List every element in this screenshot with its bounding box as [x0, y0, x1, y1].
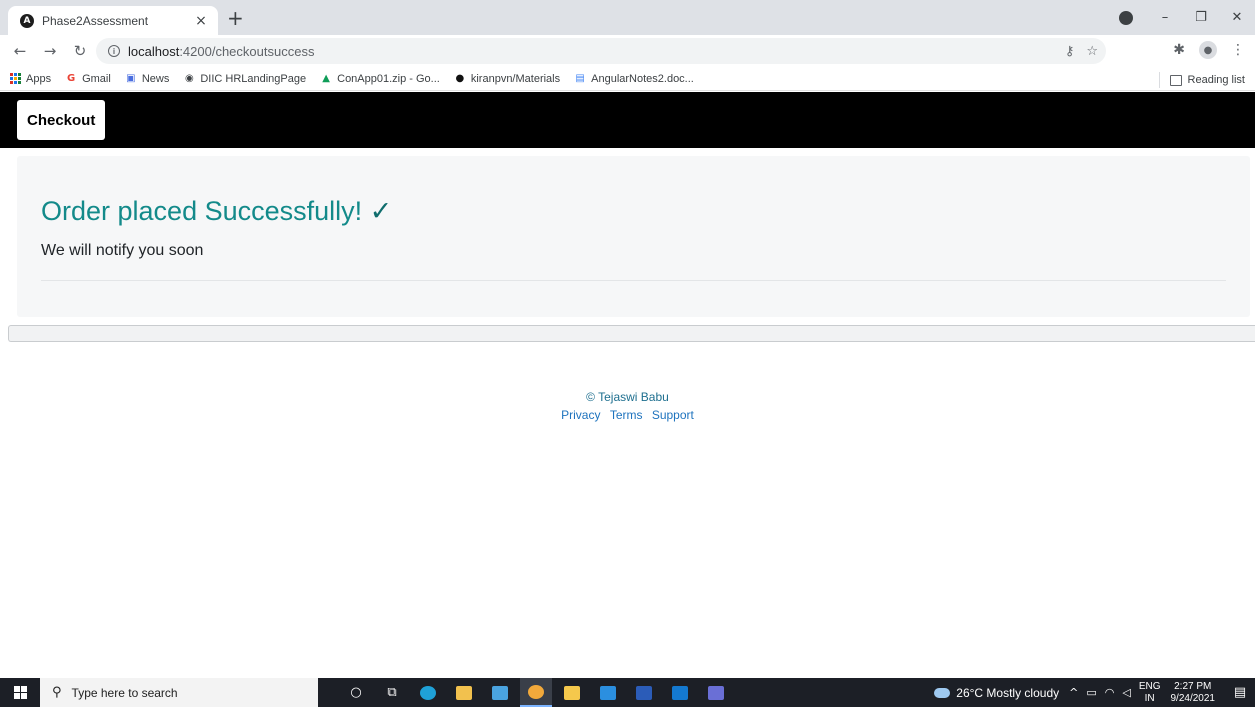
apps-grid-icon [10, 73, 21, 84]
outlook-icon[interactable] [664, 678, 696, 707]
mail-icon[interactable] [484, 678, 516, 707]
bookmark-news[interactable]: ▣ News [125, 73, 169, 85]
drive-icon: ▲ [322, 73, 330, 84]
search-icon: ⚲ [52, 685, 62, 700]
bookmark-angularnotes[interactable]: ▤ AngularNotes2.doc... [574, 73, 693, 85]
clock[interactable]: 2:27 PM 9/24/2021 [1171, 681, 1216, 705]
github-icon: ● [455, 73, 465, 84]
terms-link[interactable]: Terms [610, 408, 643, 422]
news-icon: ▣ [126, 73, 136, 84]
wifi-icon[interactable]: ◠ [1105, 686, 1115, 699]
address-bar[interactable]: i localhost:4200/checkoutsuccess ⚷ ☆ [96, 38, 1106, 64]
tray-icons: ^ ▭ ◠ ◁ [1069, 686, 1131, 699]
notification-icon[interactable]: ▤ [1225, 685, 1255, 700]
page-title: Order placed Successfully! ✓ [41, 196, 393, 226]
file-explorer-icon[interactable] [556, 678, 588, 707]
bookmark-github[interactable]: ● kiranpvn/Materials [454, 73, 560, 85]
checkmark-icon: ✓ [369, 196, 393, 226]
tab-title: Phase2Assessment [42, 13, 149, 28]
cloud-icon [934, 687, 951, 698]
volume-icon[interactable]: ◁ [1122, 686, 1130, 699]
more-menu-icon[interactable]: ⋮ [1231, 42, 1245, 58]
taskbar-search[interactable]: ⚲ Type here to search [40, 678, 318, 707]
divider [41, 280, 1226, 281]
close-tab-icon[interactable]: × [192, 13, 210, 29]
bookmark-diic[interactable]: ◉ DIIC HRLandingPage [183, 73, 306, 85]
browser-tab[interactable]: A Phase2Assessment × [8, 6, 218, 35]
reload-icon[interactable]: ↻ [68, 42, 92, 60]
site-info-icon[interactable]: i [108, 45, 120, 57]
reading-list-icon [1169, 74, 1182, 86]
cortana-icon[interactable]: ○ [340, 678, 372, 707]
support-link[interactable]: Support [652, 408, 694, 422]
back-icon[interactable]: ← [8, 42, 32, 60]
weather-widget[interactable]: 26°C Mostly cloudy [934, 686, 1059, 700]
success-panel: Order placed Successfully! ✓ We will not… [17, 156, 1250, 317]
google-icon: G [66, 73, 76, 84]
forward-icon[interactable]: → [38, 42, 62, 60]
close-window-icon[interactable]: ✕ [1219, 10, 1255, 25]
store-icon[interactable] [448, 678, 480, 707]
angular-icon: A [20, 13, 34, 28]
task-view-icon[interactable]: ⧉ [376, 678, 408, 707]
windows-logo-icon [13, 686, 27, 699]
reading-list-button[interactable]: Reading list [1158, 72, 1245, 88]
footer: © Tejaswi Babu Privacy Terms Support [0, 390, 1255, 422]
empty-bar [8, 325, 1255, 342]
url-text: localhost:4200/checkoutsuccess [128, 43, 315, 59]
browser-toolbar: ← → ↻ i localhost:4200/checkoutsuccess ⚷… [0, 35, 1255, 67]
restore-icon[interactable]: ❐ [1183, 10, 1219, 25]
edge-icon[interactable] [412, 678, 444, 707]
network-icon[interactable]: ▭ [1086, 686, 1096, 699]
taskbar-apps: ○ ⧉ [340, 678, 732, 707]
bookmark-gmail[interactable]: G Gmail [65, 73, 111, 85]
system-tray: 26°C Mostly cloudy ^ ▭ ◠ ◁ ENG IN 2:27 P… [934, 678, 1255, 707]
docs-icon: ▤ [575, 73, 585, 84]
privacy-link[interactable]: Privacy [561, 408, 600, 422]
top-navbar: Checkout [0, 92, 1255, 148]
minimize-icon[interactable]: – [1147, 10, 1183, 25]
windows-taskbar: ⚲ Type here to search ○ ⧉ 26°C Mostly cl… [0, 678, 1255, 707]
bookmark-conapp[interactable]: ▲ ConApp01.zip - Go... [320, 73, 440, 85]
checkout-button[interactable]: Checkout [17, 100, 106, 140]
browser-tabstrip: A Phase2Assessment × + – ❐ ✕ [0, 0, 1255, 35]
notify-message: We will notify you soon [41, 242, 204, 259]
copyright-text: © Tejaswi Babu [586, 390, 669, 404]
key-icon[interactable]: ⚷ [1065, 44, 1075, 59]
bookmark-apps[interactable]: Apps [10, 73, 51, 85]
window-controls: – ❐ ✕ [1119, 0, 1255, 35]
teams-icon[interactable] [700, 678, 732, 707]
language-indicator[interactable]: ENG IN [1139, 681, 1161, 705]
globe-icon: ◉ [184, 73, 194, 84]
chrome-icon[interactable] [520, 678, 552, 707]
vscode-icon[interactable] [592, 678, 624, 707]
chevron-up-icon[interactable]: ^ [1069, 686, 1078, 699]
bookmarks-bar: Apps G Gmail ▣ News ◉ DIIC HRLandingPage… [0, 67, 1255, 91]
new-tab-icon[interactable]: + [227, 8, 244, 28]
extensions-icon[interactable]: ✱ [1173, 42, 1185, 58]
avatar[interactable]: ● [1199, 41, 1217, 59]
profile-menu-icon[interactable] [1119, 10, 1133, 25]
start-button[interactable] [0, 678, 40, 707]
word-icon[interactable] [628, 678, 660, 707]
bookmark-star-icon[interactable]: ☆ [1086, 44, 1098, 59]
